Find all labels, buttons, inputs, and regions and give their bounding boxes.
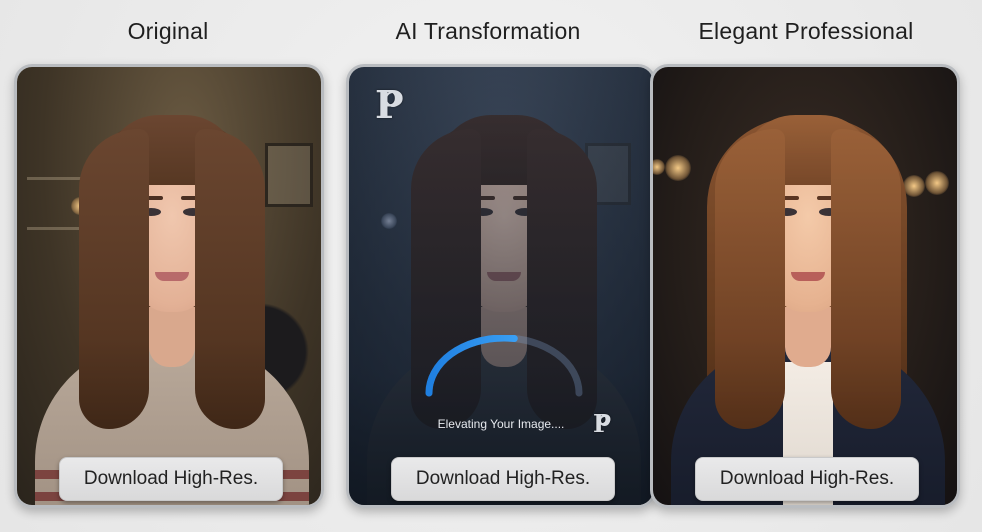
professional-portrait [653,67,957,505]
column-title-original: Original [127,18,209,44]
neck [149,307,195,367]
progress-fill [425,335,583,397]
neck [785,307,831,367]
aperture-icon [599,415,610,426]
download-button-original[interactable]: Download High-Res. [59,457,283,501]
card-ai-transformation: P Elevating Your Image.... P Download Hi… [346,64,656,508]
logo-p-aperture-small-icon: P [593,411,613,437]
download-button-ai-transformation[interactable]: Download High-Res. [391,457,615,501]
column-title-elegant-professional: Elegant Professional [698,18,914,44]
aperture-icon [385,91,401,107]
card-elegant-professional: Download High-Res. [650,64,960,508]
card-original: Download High-Res. [14,64,324,508]
column-title-ai-transformation: AI Transformation [395,18,581,44]
mouth [155,272,189,281]
hair-left [715,129,785,429]
hair-left [79,129,149,429]
original-portrait [17,67,321,505]
logo-p-aperture-icon: P [375,85,405,125]
progress-track [425,335,583,397]
hair-right [831,129,901,429]
hair-right [195,129,265,429]
progress-arc-icon [425,335,583,397]
mouth [791,272,825,281]
download-button-elegant-professional[interactable]: Download High-Res. [695,457,919,501]
processing-overlay [349,67,653,505]
